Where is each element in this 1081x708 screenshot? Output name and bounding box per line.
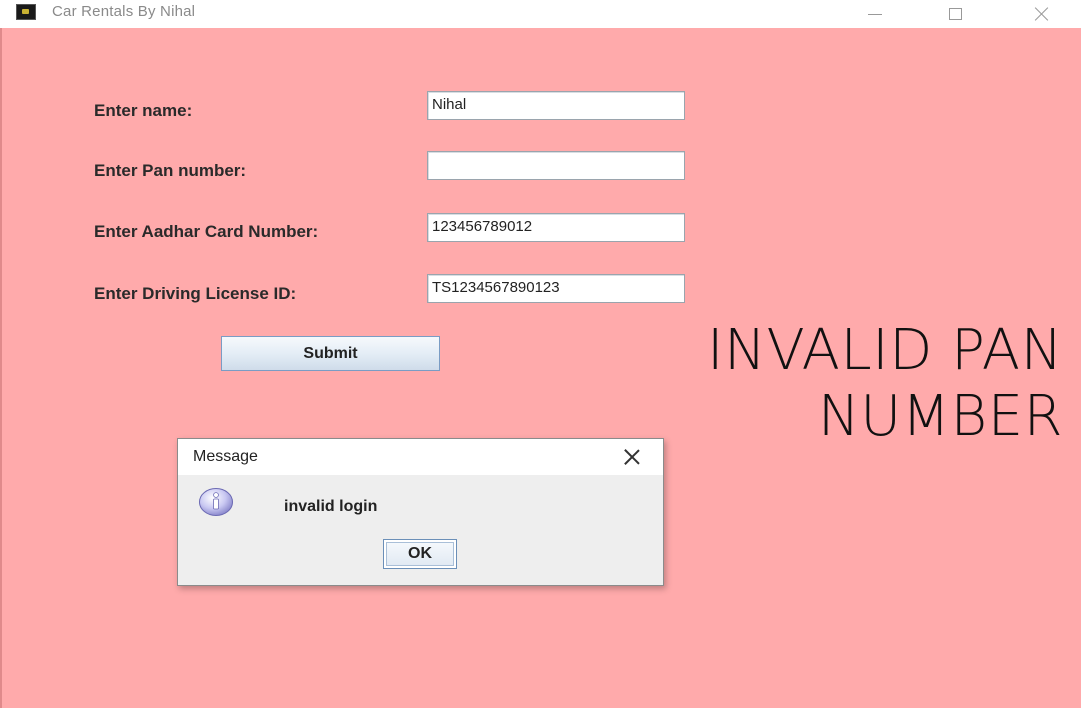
ok-button[interactable]: OK xyxy=(383,539,457,569)
app-window: Car Rentals By Nihal Enter name: Enter P… xyxy=(0,0,1081,708)
close-icon xyxy=(1034,6,1050,22)
name-label: Enter name: xyxy=(94,101,193,120)
close-button[interactable] xyxy=(1019,0,1065,28)
aadhar-label: Enter Aadhar Card Number: xyxy=(94,222,319,241)
message-dialog: Message invalid login OK xyxy=(177,438,664,586)
license-label: Enter Driving License ID: xyxy=(94,284,297,303)
error-overlay-line1: INVALID PAN xyxy=(707,318,1063,383)
pan-label: Enter Pan number: xyxy=(94,161,247,180)
license-input[interactable] xyxy=(427,274,685,303)
dialog-close-icon[interactable] xyxy=(623,448,641,466)
error-overlay-text: INVALID PAN NUMBER xyxy=(643,318,1063,450)
pan-input[interactable] xyxy=(427,151,685,180)
error-overlay-line2: NUMBER xyxy=(817,384,1063,449)
window-edge xyxy=(0,28,2,708)
title-bar[interactable]: Car Rentals By Nihal xyxy=(0,0,1081,28)
dialog-title: Message xyxy=(193,448,258,465)
dialog-message: invalid login xyxy=(284,498,378,515)
name-input[interactable] xyxy=(427,91,685,120)
maximize-icon xyxy=(948,8,962,20)
minimize-button[interactable] xyxy=(852,0,898,28)
app-icon xyxy=(16,4,36,20)
aadhar-input[interactable] xyxy=(427,213,685,242)
dialog-title-bar[interactable]: Message xyxy=(178,439,663,475)
submit-button[interactable]: Submit xyxy=(221,336,440,371)
minimize-icon xyxy=(868,13,882,15)
maximize-button[interactable] xyxy=(932,0,978,28)
info-icon xyxy=(199,488,233,516)
window-title: Car Rentals By Nihal xyxy=(52,3,196,20)
